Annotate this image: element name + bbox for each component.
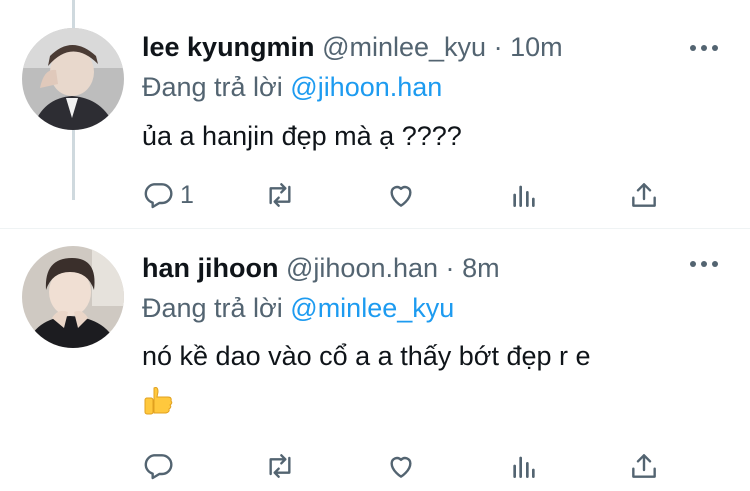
user-handle[interactable]: @minlee_kyu bbox=[322, 32, 486, 62]
replying-prefix: Đang trả lời bbox=[142, 72, 283, 102]
share-button[interactable] bbox=[628, 175, 660, 215]
analytics-icon bbox=[513, 185, 535, 207]
reply-button[interactable] bbox=[142, 446, 180, 486]
mention-link[interactable]: @jihoon.han bbox=[290, 72, 442, 102]
display-name[interactable]: han jihoon bbox=[142, 253, 278, 283]
reply-icon bbox=[144, 183, 173, 209]
avatar[interactable] bbox=[22, 246, 124, 348]
reply-count: 1 bbox=[180, 180, 194, 209]
analytics-button[interactable] bbox=[508, 175, 540, 215]
avatar[interactable] bbox=[22, 28, 124, 130]
like-button[interactable] bbox=[385, 175, 417, 215]
tweet-2[interactable]: han jihoon @jihoon.han · 8m Đang trả lời… bbox=[0, 236, 750, 491]
share-button[interactable] bbox=[628, 446, 660, 486]
like-icon bbox=[390, 185, 412, 207]
separator: · bbox=[493, 32, 503, 62]
timestamp[interactable]: 10m bbox=[510, 32, 563, 62]
analytics-icon bbox=[513, 456, 535, 478]
display-name[interactable]: lee kyungmin bbox=[142, 32, 315, 62]
reply-button[interactable]: 1 bbox=[142, 175, 194, 215]
mention-link[interactable]: @minlee_kyu bbox=[290, 293, 454, 323]
tweet-actions: 1 bbox=[0, 175, 750, 215]
retweet-button[interactable] bbox=[262, 446, 298, 486]
timestamp[interactable]: 8m bbox=[462, 253, 500, 283]
separator: · bbox=[445, 253, 455, 283]
tweet-text: nó kề dao vào cổ a a thấy bớt đẹp r e bbox=[142, 341, 591, 371]
tweet-text: ủa a hanjin đẹp mà ạ ???? bbox=[142, 121, 462, 151]
share-icon bbox=[632, 454, 656, 478]
share-icon bbox=[632, 183, 656, 207]
analytics-button[interactable] bbox=[508, 446, 540, 486]
tweet-header: lee kyungmin @minlee_kyu · 10m bbox=[142, 30, 563, 64]
user-handle[interactable]: @jihoon.han bbox=[286, 253, 438, 283]
replying-to: Đang trả lời @jihoon.han bbox=[142, 70, 442, 104]
tweet-1[interactable]: lee kyungmin @minlee_kyu · 10m Đang trả … bbox=[0, 0, 750, 225]
like-icon bbox=[390, 456, 412, 478]
retweet-icon bbox=[269, 183, 291, 207]
more-icon[interactable] bbox=[690, 259, 720, 269]
retweet-button[interactable] bbox=[262, 175, 298, 215]
like-button[interactable] bbox=[385, 446, 417, 486]
more-icon[interactable] bbox=[690, 43, 720, 53]
replying-to: Đang trả lời @minlee_kyu bbox=[142, 291, 454, 325]
reply-icon bbox=[144, 454, 173, 480]
retweet-icon bbox=[269, 454, 291, 478]
tweet-actions bbox=[0, 446, 750, 486]
divider bbox=[0, 228, 750, 229]
thumbs-up-icon bbox=[142, 384, 174, 418]
tweet-header: han jihoon @jihoon.han · 8m bbox=[142, 251, 500, 285]
replying-prefix: Đang trả lời bbox=[142, 293, 283, 323]
